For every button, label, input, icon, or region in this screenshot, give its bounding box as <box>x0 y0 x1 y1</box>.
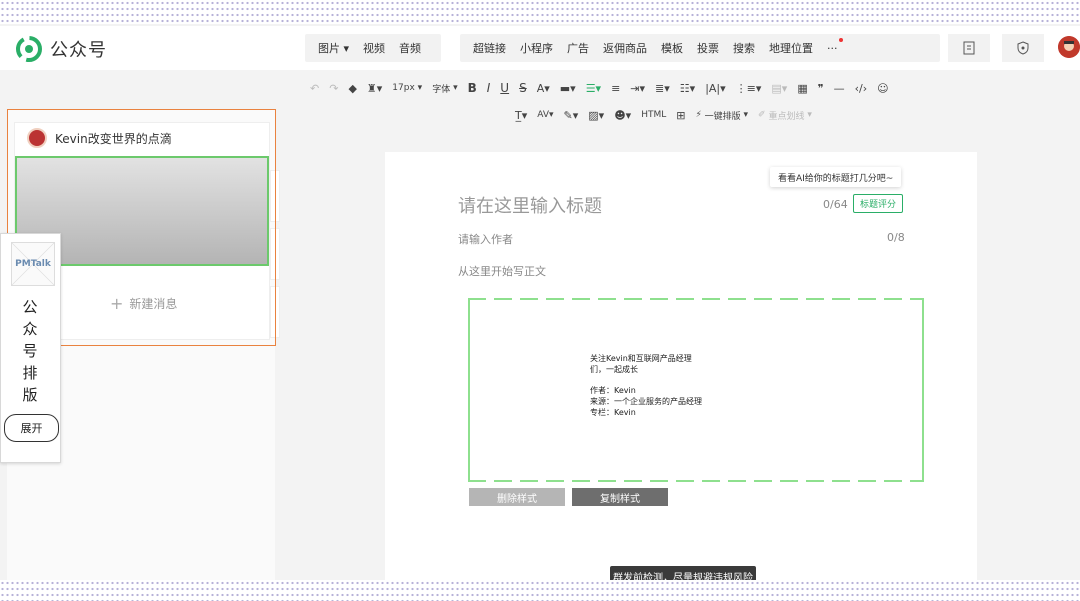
dotted-frame-bottom <box>0 580 1080 601</box>
quote-icon[interactable]: ❞ <box>818 82 824 95</box>
align-left-icon[interactable]: ☰▾ <box>586 82 601 95</box>
ordered-list-icon[interactable]: ▤▾ <box>771 82 787 95</box>
align-center-icon[interactable]: ≡ <box>611 82 620 95</box>
nav-video[interactable]: 视频 <box>356 40 392 56</box>
emoji-icon[interactable]: ☺ <box>877 82 888 95</box>
bold-icon[interactable]: B <box>468 81 477 95</box>
pmtalk-title: 公众号排版 <box>22 298 38 404</box>
template-column: 专栏：Kevin <box>590 408 636 417</box>
phone-preview-icon <box>963 41 975 55</box>
line-height-icon[interactable]: ≣▾ <box>655 82 670 95</box>
nav-image[interactable]: 图片 ▾ <box>311 40 356 56</box>
nav-template[interactable]: 模板 <box>654 40 690 56</box>
brand-logo[interactable]: 公众号 <box>16 36 107 62</box>
divider-icon[interactable]: — <box>834 82 845 95</box>
italic-icon[interactable]: I <box>487 81 491 95</box>
nav-hyperlink[interactable]: 超链接 <box>466 40 513 56</box>
nav-mini-program[interactable]: 小程序 <box>513 40 560 56</box>
background-color-icon[interactable]: ▬▾ <box>560 82 576 95</box>
nav-ads[interactable]: 广告 <box>560 40 596 56</box>
image-insert-icon[interactable]: ▨▾ <box>588 109 604 122</box>
author-char-count: 0/8 <box>887 231 905 244</box>
magic-wand-icon[interactable]: ✎▾ <box>564 109 579 122</box>
shield-icon <box>1017 41 1029 55</box>
preview-button[interactable] <box>948 34 990 62</box>
format-toolbar-row-2: T̲▾ AV▾ ✎▾ ▨▾ ☻▾ HTML ⊞ ⚡ 一键排版 ▾ ✐ 重点划线 … <box>515 104 822 126</box>
undo-icon[interactable]: ↶ <box>310 82 319 95</box>
avatar-face-icon <box>1058 36 1080 58</box>
font-color-icon[interactable]: A▾ <box>537 82 550 95</box>
format-painter-icon[interactable]: ◆ <box>348 82 356 95</box>
wechat-official-logo-icon <box>16 36 42 62</box>
code-icon[interactable]: ‹/› <box>855 82 868 95</box>
title-score-button[interactable]: 标题评分 <box>853 194 903 213</box>
redo-icon[interactable]: ↷ <box>329 82 338 95</box>
list-icon[interactable]: ⋮≡▾ <box>736 82 762 95</box>
sticker-icon[interactable]: ☻▾ <box>614 109 631 122</box>
strikethrough-icon[interactable]: S <box>519 81 527 95</box>
template-author: 作者：Kevin <box>590 386 636 395</box>
media-nav-group: 图片 ▾ 视频 音频 <box>305 34 441 62</box>
nav-search[interactable]: 搜索 <box>726 40 762 56</box>
nav-commission-goods[interactable]: 返佣商品 <box>596 40 654 56</box>
indent-icon[interactable]: ⇥▾ <box>630 82 645 95</box>
underline-icon[interactable]: U <box>500 81 509 95</box>
security-button[interactable] <box>1002 34 1044 62</box>
clear-format-icon[interactable]: ♜▾ <box>367 82 382 95</box>
vertical-align-icon[interactable]: T̲▾ <box>515 109 527 122</box>
copy-style-button[interactable]: 复制样式 <box>572 488 668 506</box>
font-size-select[interactable]: 17px ▾ <box>392 83 422 93</box>
title-char-count: 0/64 <box>823 198 848 211</box>
html-icon[interactable]: HTML <box>641 110 666 120</box>
paragraph-spacing-icon[interactable]: ☷▾ <box>680 82 695 95</box>
highlight-line-button[interactable]: ✐ 重点划线 ▾ <box>758 109 812 122</box>
font-family-select[interactable]: 字体 ▾ <box>432 82 457 95</box>
nav-location[interactable]: 地理位置 <box>762 40 820 56</box>
expand-button[interactable]: 展开 <box>4 414 59 442</box>
pmtalk-plugin-panel: PMTalk 公众号排版 展开 <box>0 233 61 463</box>
notification-dot <box>838 37 843 42</box>
top-navigation-bar: 公众号 图片 ▾ 视频 音频 超链接 小程序 广告 返佣商品 模板 投票 搜索 … <box>0 26 1080 70</box>
format-toolbar-row-1: ↶ ↷ ◆ ♜▾ 17px ▾ 字体 ▾ B I U S A▾ ▬▾ ☰▾ ≡ … <box>310 77 899 99</box>
author-input[interactable]: 请输入作者 <box>458 231 513 247</box>
nav-vote[interactable]: 投票 <box>690 40 726 56</box>
insert-nav-group: 超链接 小程序 广告 返佣商品 模板 投票 搜索 地理位置 ··· <box>460 34 940 62</box>
letter-spacing-icon[interactable]: |A|▾ <box>705 82 725 95</box>
dotted-frame-top <box>0 0 1080 24</box>
pmtalk-logo: PMTalk <box>11 242 55 286</box>
template-source: 来源：一个企业服务的产品经理 <box>590 397 702 406</box>
title-input[interactable]: 请在这里输入标题 <box>458 192 602 218</box>
toolbox-icon[interactable]: ⊞ <box>676 109 685 122</box>
one-click-layout-button[interactable]: ⚡ 一键排版 ▾ <box>695 109 748 122</box>
template-line-2: 们，一起成长 <box>590 365 638 374</box>
template-content: 关注Kevin和互联网产品经理 们，一起成长 作者：Kevin 来源：一个企业服… <box>590 353 702 418</box>
delete-style-button[interactable]: 删除样式 <box>469 488 565 506</box>
text-style-icon[interactable]: AV▾ <box>537 110 553 120</box>
template-line-1: 关注Kevin和互联网产品经理 <box>590 354 692 363</box>
nav-audio[interactable]: 音频 <box>392 40 428 56</box>
ai-title-tip: 看看AI给你的标题打几分吧~ <box>770 167 902 187</box>
nav-more-button[interactable]: ··· <box>820 37 845 55</box>
table-icon[interactable]: ▦ <box>797 82 807 95</box>
brand-name: 公众号 <box>50 40 107 61</box>
body-input[interactable]: 从这里开始写正文 <box>458 263 546 279</box>
user-avatar[interactable] <box>1058 36 1080 58</box>
